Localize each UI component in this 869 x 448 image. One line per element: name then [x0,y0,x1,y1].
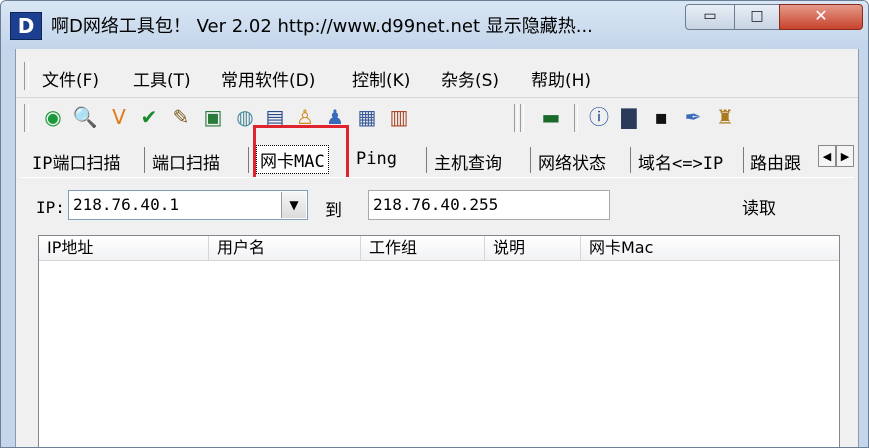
ip-from-input[interactable] [69,191,277,217]
app-logo-icon[interactable]: D [10,12,42,40]
users-icon[interactable]: ♟ [322,104,348,130]
window-title: 啊D网络工具包！ Ver 2.02 http://www.d99net.net … [51,16,593,37]
tab-port-scan[interactable]: 端口扫描 [152,149,220,174]
toolbar-separator [520,104,524,132]
info-bubble-icon[interactable]: ⓘ [586,104,612,130]
monitor-chart-icon[interactable]: ▣ [200,104,226,130]
to-label: 到 [325,201,342,221]
maximize-button[interactable]: □ [734,4,780,30]
column-workgroup[interactable]: 工作组 [361,236,485,260]
ping-scan-icon[interactable]: ◉ [40,104,66,130]
menu-common-software[interactable]: 常用软件(D) [221,66,315,91]
lan-icon[interactable]: ▦ [354,104,380,130]
column-username[interactable]: 用户名 [209,236,361,260]
tab-network-status[interactable]: 网络状态 [538,149,606,174]
mac-panel: IP: ▼ 到 读取 IP地址 用户名 工作组 说明 网卡Mac [20,177,854,447]
menu-misc[interactable]: 杂务(S) [441,66,499,91]
broom-icon[interactable]: ✎ [168,104,194,130]
tab-domain-ip[interactable]: 域名<=>IP [638,149,723,174]
ip-to-input[interactable] [369,191,577,217]
list-header: IP地址 用户名 工作组 说明 网卡Mac [39,236,839,261]
toolbar-separator [514,104,518,132]
minimize-button[interactable]: ▭ [685,4,735,30]
tab-host-query[interactable]: 主机查询 [434,149,502,174]
tab-mac[interactable]: 网卡MAC [256,145,329,174]
menu-bar: 文件(F) 工具(T) 常用软件(D) 控制(K) 杂务(S) 帮助(H) [16,54,858,96]
remote-screen-icon[interactable]: ▥ [386,104,412,130]
column-description[interactable]: 说明 [485,236,581,260]
mac-result-list[interactable]: IP地址 用户名 工作组 说明 网卡Mac [38,235,840,447]
pen-tool-icon[interactable]: ✒ [680,104,706,130]
menu-tools[interactable]: 工具(T) [133,66,191,91]
toolbar-separator [574,104,578,132]
checkmark-icon[interactable]: ✔ [136,104,162,130]
menu-control[interactable]: 控制(K) [352,66,410,91]
menu-help[interactable]: 帮助(H) [531,66,591,91]
tab-divider [743,147,744,173]
connect-icon[interactable]: ♜ [712,104,738,130]
title-bar[interactable]: D 啊D网络工具包！ Ver 2.02 http://www.d99net.ne… [1,1,868,49]
cmd-console-icon[interactable]: ▪ [648,104,674,130]
tab-scroll-right-icon[interactable]: ▶ [836,145,854,167]
dropdown-arrow-icon[interactable]: ▼ [281,192,306,218]
column-mac[interactable]: 网卡Mac [581,236,839,260]
globe-icon[interactable]: ◍ [232,104,258,130]
tab-divider [144,147,145,173]
tab-ping[interactable]: Ping [356,149,397,169]
tab-strip: IP端口扫描 端口扫描 网卡MAC Ping 主机查询 网络状态 域名<=>IP… [16,141,858,181]
computer-icon[interactable]: ▇ [616,104,642,130]
candle-icon[interactable]: ♙ [292,104,318,130]
menubar-grip[interactable] [24,62,29,90]
colorful-v-icon[interactable]: V [106,104,132,130]
toolbar-grip[interactable] [24,104,29,132]
ip-from-combo[interactable]: ▼ [68,190,308,220]
network-computers-icon[interactable]: ▤ [262,104,288,130]
tab-route-trace[interactable]: 路由跟 [750,149,801,174]
tab-divider [248,147,249,173]
tab-divider [426,147,427,173]
tab-scroll-left-icon[interactable]: ◀ [818,145,836,167]
toolbar: ◉ 🔍 V ✔ ✎ ▣ ◍ ▤ ♙ ♟ ▦ ▥ ▬ ⓘ ▇ ▪ ✒ ♜ [16,97,858,138]
tab-ip-port-scan[interactable]: IP端口扫描 [32,149,120,174]
app-window: D 啊D网络工具包！ Ver 2.02 http://www.d99net.ne… [0,0,869,448]
ip-to-field[interactable] [368,190,610,220]
ip-label: IP: [36,198,65,217]
column-ip-address[interactable]: IP地址 [39,236,209,260]
magnifier-icon[interactable]: 🔍 [72,104,98,130]
tab-divider [530,147,531,173]
read-button[interactable]: 读取 [742,194,776,219]
tab-divider [630,147,631,173]
network-card-icon[interactable]: ▬ [538,104,564,130]
menu-file[interactable]: 文件(F) [42,66,99,91]
client-area: 文件(F) 工具(T) 常用软件(D) 控制(K) 杂务(S) 帮助(H) ◉ 🔍… [15,49,859,447]
close-button[interactable]: ✕ [779,4,863,30]
